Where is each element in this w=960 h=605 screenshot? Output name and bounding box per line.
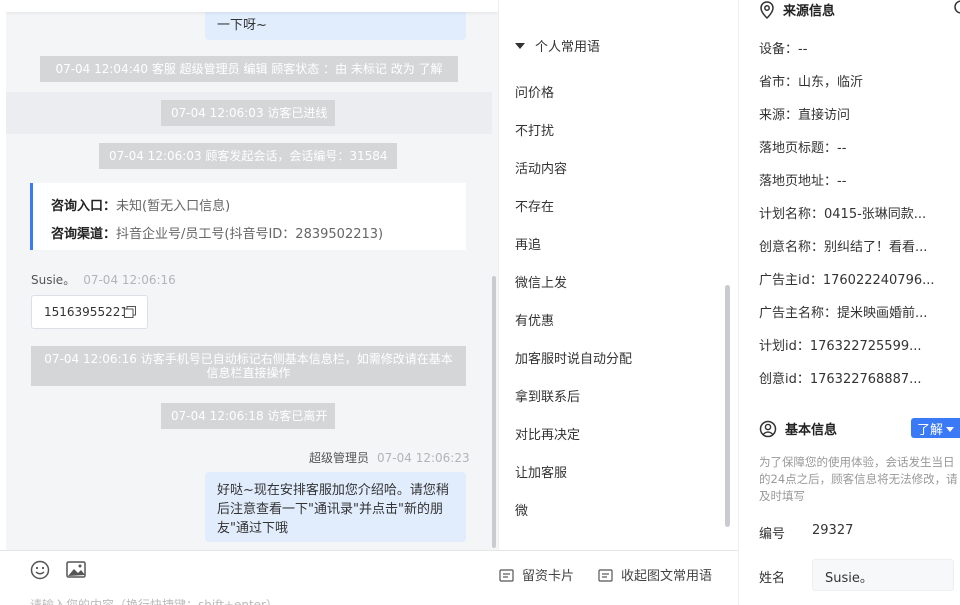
phrase-item[interactable]: 活动内容 [515,158,567,177]
phrase-group-label: 个人常用语 [535,40,601,55]
chat-panel: 一下呀~ 07-04 12:04:40 客服 超级管理员 编辑 顾客状态 ：由 … [6,0,498,550]
phrase-item[interactable]: 加客服时说自动分配 [515,348,632,367]
agent-message-bubble: 好哒~现在安排客服加您介绍哈。请您稍后注意查看一下"通讯录"并点击"新的朋友"通… [205,472,466,542]
channel-value: 抖音企业号/员工号(抖音号ID：2839502213) [116,227,384,242]
emoji-icon[interactable] [29,560,51,580]
system-message: 07-04 12:06:03 顾客发起会话，会话编号：31584 [99,143,397,169]
entry-label: 咨询入口： [51,199,117,214]
system-message: 07-04 12:06:18 访客已离开 [161,403,335,429]
customer-info-panel: 来源信息 设备：-- 省市：山东，临沂 来源：直接访问 落地页标题：-- 落地页… [738,0,960,605]
phrase-item[interactable]: 不打扰 [515,120,554,139]
lead-card-button[interactable]: 留资卡片 [499,565,574,584]
system-message: 07-04 12:04:40 客服 超级管理员 编辑 顾客状态 ：由 未标记 改… [40,56,458,82]
phrase-item[interactable]: 问价格 [515,82,554,101]
visitor-sender: Susie。 07-04 12:06:16 [31,271,176,288]
message-text: 一下呀~ [217,18,267,33]
chat-scrollbar[interactable] [492,276,496,548]
card-icon [499,569,514,582]
source-row: 创意id：176322768887... [759,372,922,387]
source-section-title: 来源信息 [759,0,836,20]
phrases-panel: 个人常用语 问价格 不打扰 活动内容 不存在 再追 微信上发 有优惠 加客服时说… [498,0,738,550]
phrase-group-toggle[interactable]: 个人常用语 [515,36,600,55]
lead-card-label: 留资卡片 [522,569,575,584]
basic-title: 基本信息 [785,423,838,438]
phrase-item[interactable]: 有优惠 [515,310,554,329]
source-row: 计划id：176322725599... [759,339,922,354]
caret-down-icon [515,43,525,49]
agent-time: 07-04 12:06:23 [377,451,470,465]
id-label: 编号 [759,527,786,542]
phrase-item[interactable]: 再追 [515,234,541,253]
message-icon [598,569,613,582]
visitor-phone-message: 15163955221 [31,295,148,329]
phrase-item[interactable]: 微 [515,500,528,519]
source-row: 落地页地址：-- [759,174,847,189]
collapse-phrases-button[interactable]: 收起图文常用语 [598,565,712,584]
caret-down-icon [946,427,955,432]
agent-name: 超级管理员 [309,451,370,465]
phrase-item[interactable]: 微信上发 [515,272,567,291]
phrase-item[interactable]: 不存在 [515,196,554,215]
source-row: 广告主名称：提米映画婚前... [759,306,928,321]
entry-value: 未知(暂无入口信息) [116,199,231,214]
source-row: 省市：山东，临沂 [759,75,864,90]
dropdown-shadow [6,0,498,12]
source-row: 创意名称：别纠结了！看看... [759,240,928,255]
source-row: 广告主id：176022240796... [759,273,935,288]
source-row: 设备：-- [759,42,808,57]
system-message: 07-04 12:06:16 访客手机号已自动标记右侧基本信息栏，如需修改请在基… [31,346,466,386]
agent-sender: 超级管理员 07-04 12:06:23 [309,449,470,466]
message-text: 好哒~现在安排客服加您介绍哈。请您稍后注意查看一下"通讯录"并点击"新的朋友"通… [217,483,449,536]
location-pin-icon [760,1,774,20]
phrases-scrollbar[interactable] [725,285,730,527]
source-row: 来源：直接访问 [759,108,851,123]
name-label: 姓名 [759,571,786,586]
visitor-name: Susie。 [31,273,76,287]
status-tag-label: 了解 [917,423,944,438]
phrase-item[interactable]: 拿到联系后 [515,386,580,405]
clock-icon[interactable] [953,0,960,16]
name-field[interactable]: Susie。 [812,559,954,591]
phone-number: 15163955221 [44,305,128,319]
phrase-item[interactable]: 让加客服 [515,462,567,481]
visitor-time: 07-04 12:06:16 [83,273,176,287]
name-value: Susie。 [825,571,873,586]
user-circle-icon [759,420,777,438]
customer-status-dropdown[interactable]: 了解 [911,418,960,438]
image-icon[interactable] [65,560,87,580]
channel-label: 咨询渠道： [51,227,117,242]
message-input[interactable]: 请输入您的内容（换行快捷键：shift+enter） [30,596,278,605]
edit-notice: 为了保障您的使用体验，会话发生当日的24点之后，顾客信息将无法修改，请及时填写 [759,455,958,503]
source-title: 来源信息 [783,4,836,19]
phrase-item[interactable]: 对比再决定 [515,424,580,443]
source-row: 计划名称：0415-张琳同款... [759,207,927,222]
entry-info-card: 咨询入口：未知(暂无入口信息) 咨询渠道：抖音企业号/员工号(抖音号ID：283… [30,183,466,250]
basic-section-title: 基本信息 [759,419,837,438]
system-message: 07-04 12:06:03 访客已进线 [161,100,335,126]
id-value: 29327 [812,523,854,538]
collapse-label: 收起图文常用语 [621,569,713,584]
copy-icon[interactable] [124,306,136,318]
source-row: 落地页标题：-- [759,141,847,156]
